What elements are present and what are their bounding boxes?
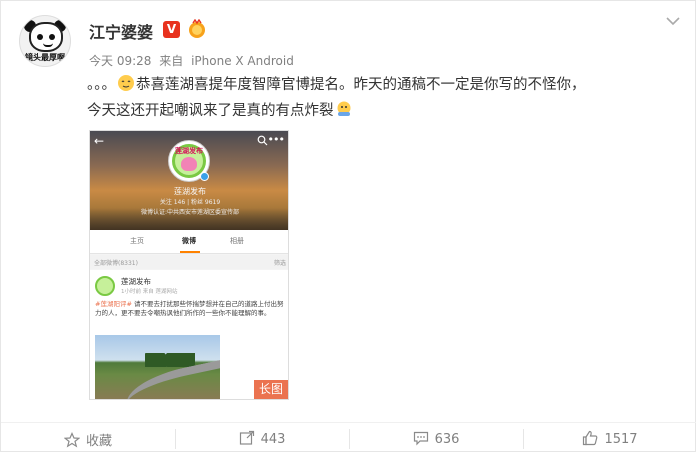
embedded-post-time: 1小时前 来自 莲湖网站	[121, 289, 178, 295]
embedded-post-tag: #莲湖阳评#	[95, 300, 132, 308]
verified-icon[interactable]: V	[163, 21, 180, 38]
weibo-card: 镜头最厚啊 江宁婆婆 V 今天 09:28 来自 iPhone X Androi…	[0, 0, 696, 452]
post-meta: 今天 09:28 来自 iPhone X Android	[89, 52, 298, 69]
like-count: 1517	[604, 432, 638, 447]
chevron-down-icon	[666, 17, 680, 26]
like-button-inner: 1517	[523, 430, 696, 447]
post-line-2-text: 今天这还开起嘲讽来了是真的有点炸裂	[87, 103, 334, 119]
star-icon	[63, 432, 80, 448]
profile-verified-icon	[200, 172, 209, 181]
profile-name: 莲湖发布	[174, 187, 206, 196]
repost-count: 443	[260, 432, 286, 447]
post-time[interactable]: 今天 09:28	[89, 54, 151, 68]
profile-stats: 关注 146 | 粉丝 9619	[159, 199, 221, 206]
favorite-button-inner: 收藏	[1, 430, 175, 449]
feed-filter-bar: 全部微博(8331) 筛选	[90, 255, 288, 269]
embedded-post-name: 莲湖发布	[121, 277, 151, 286]
long-image-badge: 长图	[253, 380, 288, 399]
embedded-screenshot-image[interactable]: ← ••• 莲湖发布 莲湖发布 关注 146 | 粉丝 9619 微博认证:中共…	[89, 130, 289, 400]
photo-trees	[145, 353, 195, 367]
like-button[interactable]: 1517	[523, 423, 696, 452]
repost-button[interactable]: 443	[175, 423, 349, 452]
embedded-post-text: #莲湖阳评# 请不要去打扰那些怀揣梦想并在自己的道路上付出努力的人，更不要去令嘲…	[95, 300, 287, 318]
action-bar: 收藏 443 636 1517	[1, 422, 696, 452]
embedded-post-avatar	[95, 276, 115, 296]
avatar[interactable]: 镜头最厚啊	[19, 15, 71, 67]
active-tab-underline	[180, 251, 200, 253]
profile-tab-album: 相册	[230, 237, 244, 245]
profile-cover: ← ••• 莲湖发布 莲湖发布 关注 146 | 粉丝 9619 微博认证:中共…	[90, 131, 288, 230]
back-arrow-icon: ←	[94, 134, 105, 148]
username[interactable]: 江宁婆婆	[89, 19, 153, 43]
comment-button-inner: 636	[349, 430, 523, 447]
avatar-face	[29, 22, 63, 52]
post-line-1: 。。。 恭喜莲湖喜提年度智障官博提名。昨天的通稿不一定是你写的不怪你，	[87, 72, 687, 98]
post-device[interactable]: iPhone X Android	[191, 54, 294, 68]
repost-icon	[239, 430, 254, 445]
comment-button[interactable]: 636	[349, 423, 523, 452]
profile-tab-home: 主页	[130, 237, 144, 245]
more-dots-icon: •••	[267, 133, 285, 146]
post-line-1-text: 恭喜莲湖喜提年度智障官博提名。昨天的通稿不一定是你写的不怪你，	[136, 77, 586, 93]
post-text: 。。。 恭喜莲湖喜提年度智障官博提名。昨天的通稿不一定是你写的不怪你， 今天这还开…	[87, 72, 687, 124]
avatar-mouth	[43, 43, 53, 47]
post-dots: 。。。	[87, 77, 116, 93]
favorite-label: 收藏	[85, 434, 112, 449]
embedded-post-photo	[95, 335, 220, 399]
comment-count: 636	[434, 432, 460, 447]
avatar-caption: 镜头最厚啊	[25, 53, 65, 62]
level-icon[interactable]	[187, 19, 207, 39]
comment-icon	[413, 431, 428, 446]
lotus-icon	[181, 157, 197, 171]
profile-auth: 微博认证:中共西安市莲湖区委宣传部	[140, 209, 240, 216]
post-line-2: 今天这还开起嘲讽来了是真的有点炸裂	[87, 98, 687, 124]
repost-button-inner: 443	[175, 430, 349, 447]
more-options-button[interactable]	[665, 15, 681, 27]
favorite-button[interactable]: 收藏	[1, 423, 175, 452]
avatar-eye-left	[37, 34, 43, 40]
feed-count: 全部微博(8331)	[94, 260, 138, 267]
like-icon	[583, 430, 598, 446]
search-icon	[257, 135, 268, 146]
emoji-icon	[118, 75, 134, 91]
profile-tab-weibo: 微博	[182, 237, 196, 245]
from-label: 来自	[159, 54, 184, 68]
feed-filter: 筛选	[273, 260, 286, 267]
avatar-eye-right	[49, 34, 55, 40]
profile-tabs: 主页 微博 相册	[90, 230, 288, 254]
emoji-icon	[337, 101, 350, 116]
logo-text: 莲湖发布	[175, 147, 203, 155]
